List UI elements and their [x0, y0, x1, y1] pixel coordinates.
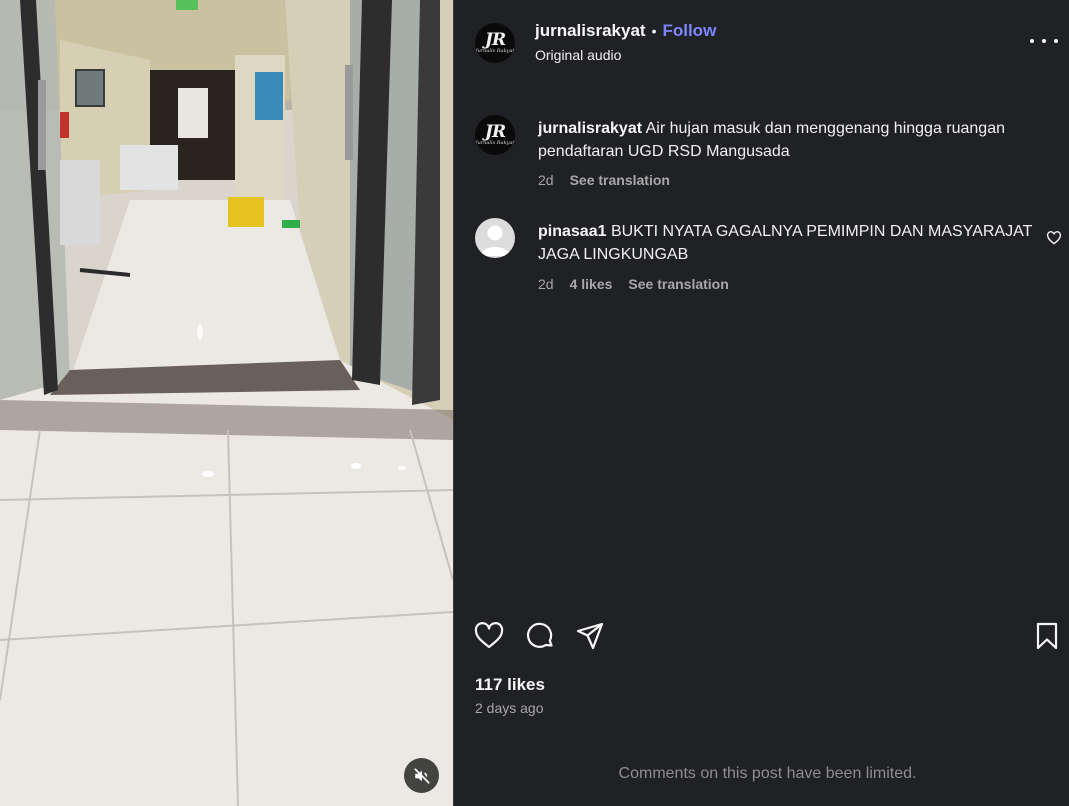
comment-likes[interactable]: 4 likes	[570, 276, 613, 292]
comment-time[interactable]: 2d	[538, 276, 554, 292]
see-translation-button[interactable]: See translation	[628, 276, 728, 292]
caption: jurnalisrakyat Air hujan masuk dan mengg…	[538, 117, 1058, 163]
post-time[interactable]: 2 days ago	[475, 700, 544, 716]
video-frame	[0, 0, 453, 806]
comment-text: BUKTI NYATA GAGALNYA PEMIMPIN DAN MASYAR…	[538, 223, 1033, 263]
mute-button[interactable]	[404, 758, 439, 793]
caption-username[interactable]: jurnalisrakyat	[538, 120, 642, 137]
commenter-avatar[interactable]	[475, 218, 515, 258]
speaker-muted-icon	[413, 767, 430, 784]
avatar-logo-letters: JR	[484, 122, 506, 142]
post-header: jurnalisrakyat • Follow	[535, 21, 716, 41]
comment-bubble-icon[interactable]	[524, 620, 556, 652]
bookmark-icon[interactable]	[1031, 620, 1063, 652]
caption-meta: 2d See translation	[538, 172, 670, 188]
author-avatar[interactable]: JR Jurnalis Rakyat	[475, 23, 515, 63]
paper-plane-icon[interactable]	[574, 620, 606, 652]
author-username[interactable]: jurnalisrakyat	[535, 21, 646, 41]
post-details-panel: JR Jurnalis Rakyat jurnalisrakyat • Foll…	[454, 0, 1069, 806]
default-user-icon	[480, 225, 510, 256]
video-player[interactable]	[0, 0, 453, 806]
comment-username[interactable]: pinasaa1	[538, 223, 606, 240]
heart-icon[interactable]	[473, 620, 505, 652]
audio-label[interactable]: Original audio	[535, 47, 621, 63]
comment-item: pinasaa1 BUKTI NYATA GAGALNYA PEMIMPIN D…	[538, 220, 1038, 266]
action-bar	[454, 620, 1069, 656]
caption-avatar[interactable]: JR Jurnalis Rakyat	[475, 115, 515, 155]
comment-heart-icon[interactable]	[1046, 230, 1062, 246]
like-count[interactable]: 117 likes	[475, 675, 545, 695]
see-translation-button[interactable]: See translation	[570, 172, 670, 188]
caption-time[interactable]: 2d	[538, 172, 554, 188]
follow-button[interactable]: Follow	[662, 21, 716, 41]
comments-limited-notice: Comments on this post have been limited.	[618, 765, 917, 782]
avatar-logo-letters: JR	[484, 30, 506, 50]
avatar-logo-script: Jurnalis Rakyat	[475, 140, 515, 146]
dot-separator: •	[651, 23, 657, 39]
comment-meta: 2d 4 likes See translation	[538, 276, 729, 292]
avatar-logo-script: Jurnalis Rakyat	[475, 48, 515, 54]
more-options-icon[interactable]	[1030, 31, 1058, 51]
